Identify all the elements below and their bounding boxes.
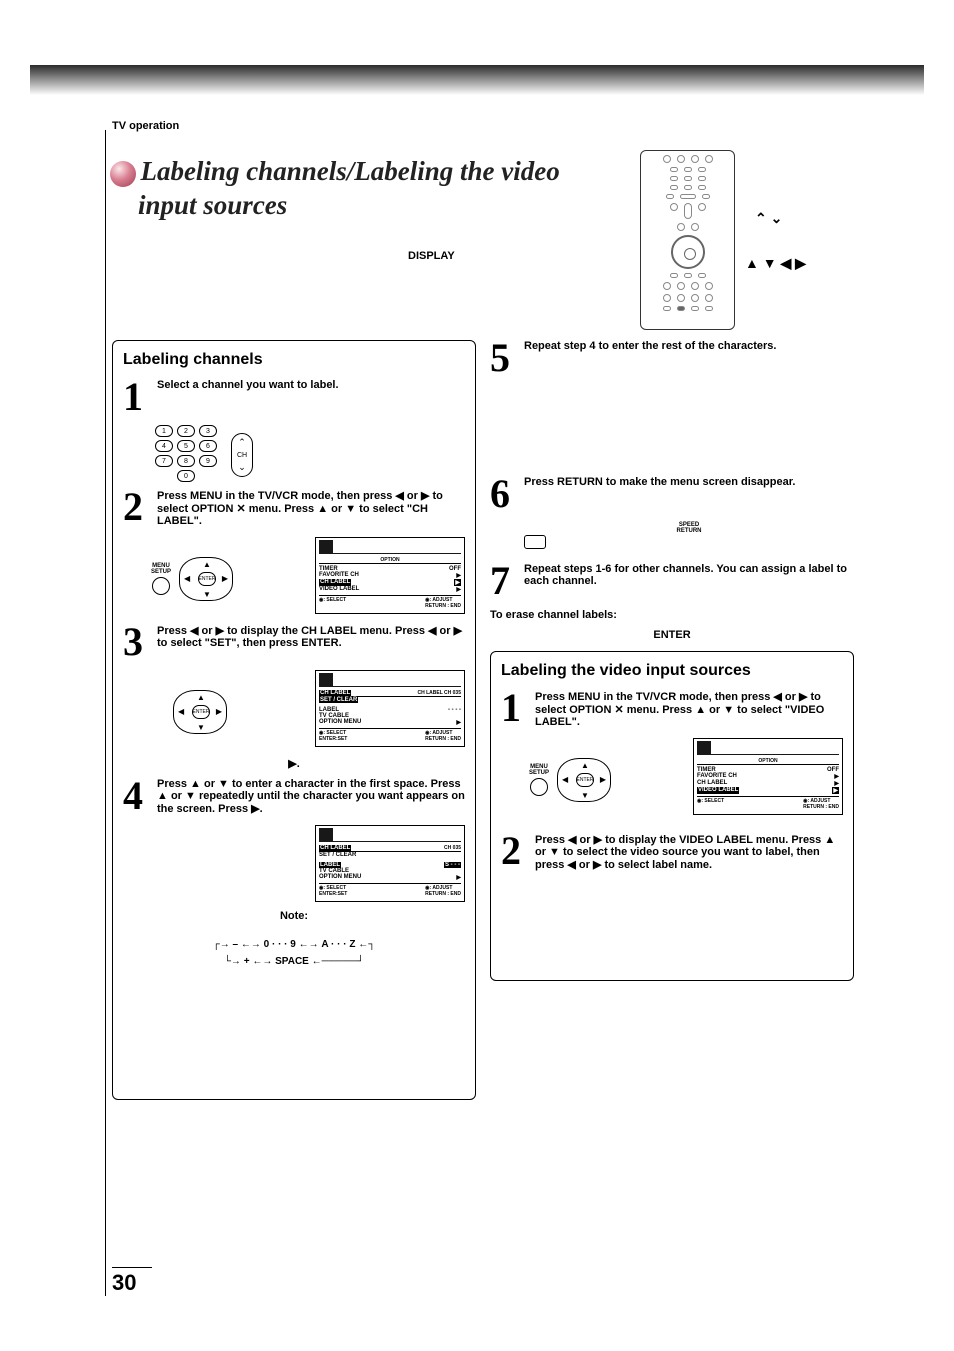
page-number: 30	[112, 1267, 152, 1296]
step-1: 1 Select a channel you want to label.	[123, 379, 465, 415]
step-num-4: 4	[123, 778, 151, 815]
return-button-icon: SPEED RETURN	[524, 522, 854, 549]
menu-button-icon: MENU SETUP	[151, 563, 171, 595]
osd-option-menu: OPTION TIMEROFF FAVORITE CH▶ CH LABEL▶ V…	[315, 537, 465, 614]
display-label: DISPLAY	[408, 250, 455, 262]
step-6-text: Press RETURN to make the menu screen dis…	[524, 476, 854, 512]
dpad-icon: ▲▼◀▶ ENTER	[179, 557, 233, 601]
step-b1-text: Press MENU in the TV/VCR mode, then pres…	[535, 690, 843, 728]
box2-title: Labeling the video input sources	[501, 662, 843, 680]
step-2-text: Press MENU in the TV/VCR mode, then pres…	[157, 489, 465, 527]
ch-rocker: ⌃CH⌄	[231, 433, 253, 477]
step-b2: 2 Press ◀ or ▶ to display the VIDEO LABE…	[501, 833, 843, 871]
section-header: TV operation	[112, 120, 179, 132]
step3-note: ▶.	[123, 757, 465, 770]
step-6: 6 Press RETURN to make the menu screen d…	[490, 476, 854, 512]
remote-ch-arrows: ⌃ ⌄	[755, 210, 782, 227]
step-b1: 1 Press MENU in the TV/VCR mode, then pr…	[501, 690, 843, 728]
step-num-b2: 2	[501, 833, 529, 871]
step-num-2: 2	[123, 489, 151, 527]
labeling-channels-box: Labeling channels 1 Select a channel you…	[112, 340, 476, 1100]
step-5-text: Repeat step 4 to enter the rest of the c…	[524, 340, 854, 376]
remote-diagram	[640, 150, 735, 330]
remote-dpad-arrows: ▲ ▼ ◀ ▶	[745, 255, 806, 272]
title-bullet-icon	[110, 161, 136, 187]
top-gradient	[30, 65, 924, 95]
left-border	[105, 130, 106, 1296]
step4-diagram: CH LABELCH 035 SET / CLEAR LABELS - - - …	[315, 825, 465, 902]
step-num-6: 6	[490, 476, 518, 512]
dpad-icon-2: ▲▼◀▶ ENTER	[173, 690, 227, 734]
step-num-b1: 1	[501, 690, 529, 728]
erase-heading: To erase channel labels:	[490, 609, 854, 621]
step-7-text: Repeat steps 1-6 for other channels. You…	[524, 563, 854, 599]
columns: Labeling channels 1 Select a channel you…	[112, 340, 854, 1251]
step-num-5: 5	[490, 340, 518, 376]
step-3-text: Press ◀ or ▶ to display the CH LABEL men…	[157, 624, 465, 660]
dpad-icon-3: ▲▼◀▶ ENTER	[557, 758, 611, 802]
step-num-1: 1	[123, 379, 151, 415]
step-2: 2 Press MENU in the TV/VCR mode, then pr…	[123, 489, 465, 527]
title-line1: Labeling channels/Labeling the video	[140, 156, 559, 186]
step-4-text: Press ▲ or ▼ to enter a character in the…	[157, 778, 465, 815]
osd-option-menu-2: OPTION TIMEROFF FAVORITE CH▶ CH LABEL▶ V…	[693, 738, 843, 815]
step2-diagram: MENU SETUP ▲▼◀▶ ENTER OPTION TIMEROFF FA…	[151, 537, 465, 620]
labeling-video-box: Labeling the video input sources 1 Press…	[490, 651, 854, 981]
char-cycle-diagram: ┌→ – ←→ 0 · · · 9 ←→ A · · · Z ←┐ └→ + ←…	[123, 936, 465, 970]
step-7: 7 Repeat steps 1-6 for other channels. Y…	[490, 563, 854, 599]
page-title: Labeling channels/Labeling the video inp…	[110, 155, 600, 223]
box1-title: Labeling channels	[123, 351, 465, 369]
left-column: Labeling channels 1 Select a channel you…	[112, 340, 476, 1251]
step-1-text: Select a channel you want to label.	[157, 379, 465, 415]
keypad-diagram: 123 456 789 0 ⌃CH⌄	[155, 425, 465, 485]
osd-chlabel-edit: CH LABELCH 035 SET / CLEAR LABELS - - - …	[315, 825, 465, 902]
step-3: 3 Press ◀ or ▶ to display the CH LABEL m…	[123, 624, 465, 660]
note-label: Note:	[123, 910, 465, 922]
menu-button-icon-2: MENU SETUP	[529, 764, 549, 796]
step-4: 4 Press ▲ or ▼ to enter a character in t…	[123, 778, 465, 815]
right-column: 5 Repeat step 4 to enter the rest of the…	[490, 340, 854, 1251]
stepb1-diagram: MENU SETUP ▲▼◀▶ ENTER OPTION TIMEROFF FA…	[529, 738, 843, 821]
enter-center: ENTER	[490, 629, 854, 641]
title-line2: input sources	[138, 190, 287, 220]
step-num-3: 3	[123, 624, 151, 660]
step-b2-text: Press ◀ or ▶ to display the VIDEO LABEL …	[535, 833, 843, 871]
page: TV operation Labeling channels/Labeling …	[0, 0, 954, 1351]
step-5: 5 Repeat step 4 to enter the rest of the…	[490, 340, 854, 376]
step3-diagram: ▲▼◀▶ ENTER CH LABELCH LABEL CH 035 SET /…	[173, 670, 465, 753]
osd-chlabel-menu: CH LABELCH LABEL CH 035 SET / CLEAR LABE…	[315, 670, 465, 747]
step-num-7: 7	[490, 563, 518, 599]
